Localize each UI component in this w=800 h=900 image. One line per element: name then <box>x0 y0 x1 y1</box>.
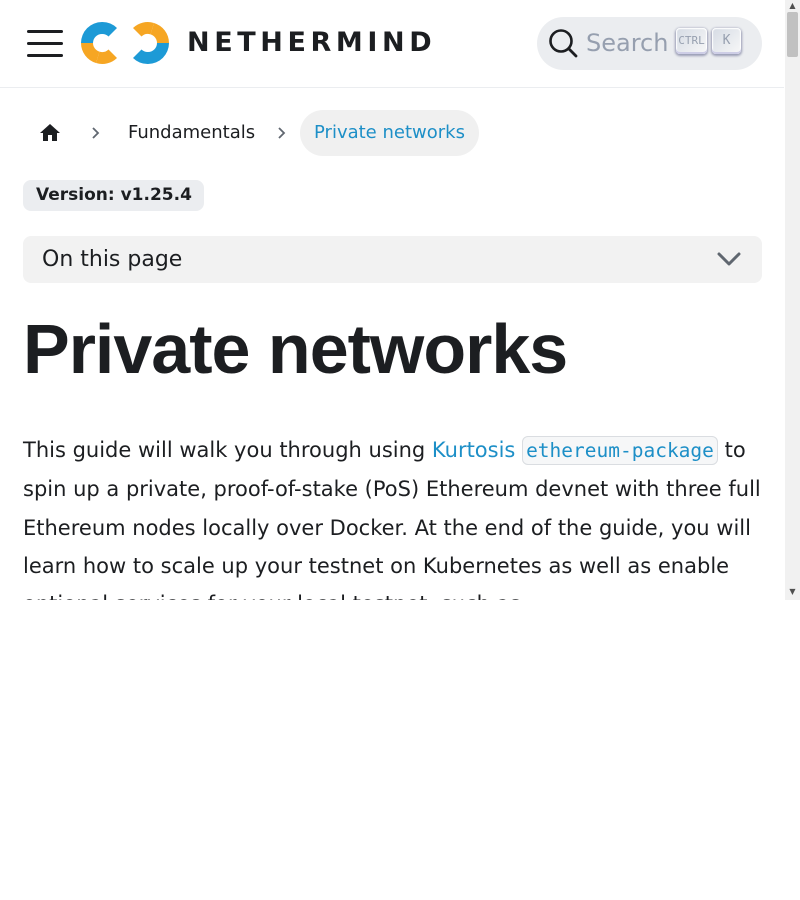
kurtosis-link[interactable]: Kurtosis <box>432 438 515 462</box>
breadcrumb-current-page: Private networks <box>300 110 479 156</box>
scroll-down-arrow-icon[interactable]: ▼ <box>785 586 800 598</box>
toc-label: On this page <box>42 247 183 272</box>
search-button[interactable]: Search CTRL K <box>537 17 762 70</box>
intro-text: This guide will walk you through using <box>23 438 432 462</box>
brand-name[interactable]: NETHERMIND <box>187 26 436 60</box>
search-placeholder: Search <box>586 29 669 57</box>
page-title: Private networks <box>23 310 568 388</box>
breadcrumb-item-fundamentals[interactable]: Fundamentals <box>128 121 255 145</box>
intro-paragraph: This guide will walk you through using K… <box>23 431 763 600</box>
shortcut-k-key: K <box>712 28 741 54</box>
hamburger-line <box>27 42 63 45</box>
chevron-right-icon <box>278 127 286 139</box>
hamburger-line <box>27 30 63 33</box>
chevron-right-icon <box>92 127 100 139</box>
on-this-page-toggle[interactable]: On this page <box>23 236 762 283</box>
vertical-scrollbar[interactable]: ▲ ▼ <box>785 0 800 600</box>
blank-area <box>0 600 800 900</box>
scrollbar-thumb[interactable] <box>787 12 798 57</box>
navbar: NETHERMIND Search CTRL K <box>0 0 784 88</box>
scroll-up-arrow-icon[interactable]: ▲ <box>785 0 800 12</box>
ethereum-package-code: ethereum-package <box>522 436 718 465</box>
chevron-down-icon <box>717 252 741 266</box>
home-icon[interactable] <box>38 121 62 145</box>
shortcut-ctrl-key: CTRL <box>676 28 707 54</box>
hamburger-line <box>27 54 63 57</box>
version-badge: Version: v1.25.4 <box>23 180 204 211</box>
menu-toggle-button[interactable] <box>27 27 63 59</box>
ethereum-package-link[interactable]: ethereum-package <box>522 436 718 465</box>
browser-viewport: NETHERMIND Search CTRL K Fundamentals Pr… <box>0 0 800 600</box>
nethermind-logo-icon[interactable] <box>78 19 172 67</box>
search-icon <box>549 29 578 58</box>
